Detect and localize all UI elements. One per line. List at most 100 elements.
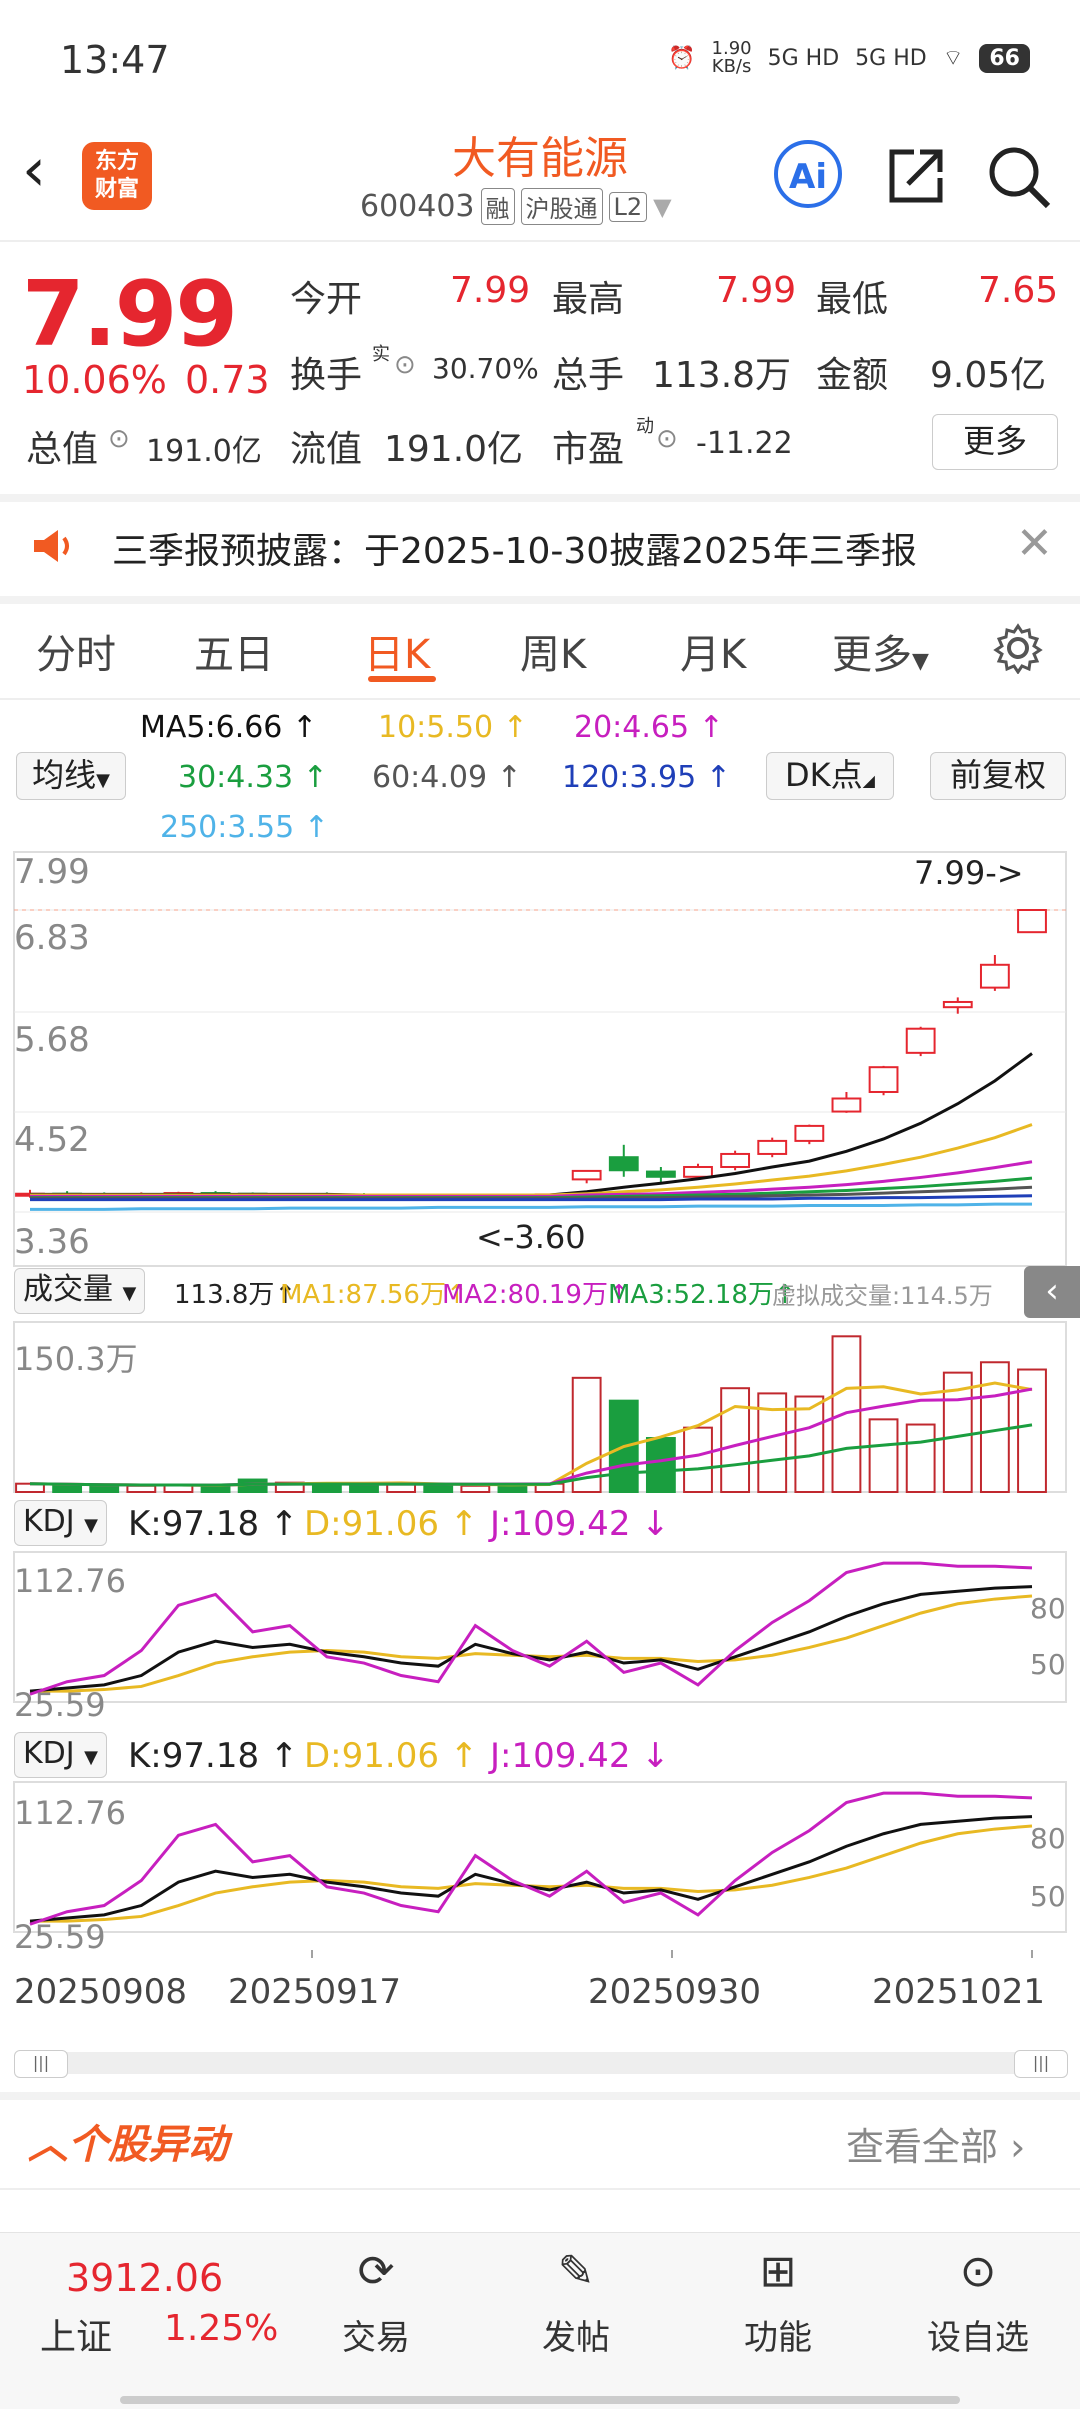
collapse-panel-button[interactable]: ‹ [1024, 1266, 1080, 1318]
volume-bar [126, 1484, 157, 1494]
ma250-legend: 250:3.55 ↑ [160, 810, 329, 845]
virtual-volume: 虚拟成交量:114.5万 [772, 1282, 993, 1310]
date-label: 20250908 [14, 1972, 188, 2012]
tabs-divider [0, 698, 1080, 700]
kline-chart[interactable] [0, 846, 1080, 2046]
amount-value: 9.05亿 [930, 355, 1047, 396]
gear-icon [993, 623, 1043, 675]
chevron-up-icon: ︿ [28, 2122, 68, 2168]
tab-weekly-k[interactable]: 周K [520, 622, 586, 680]
kdj-indicator-dropdown[interactable]: KDJ ▼ [14, 1732, 108, 1778]
low-value: 7.65 [978, 270, 1059, 311]
status-icons: ⏰ 1.90 KB/s 5G HD 5G HD ⌔ 66 [668, 40, 1030, 76]
info-icon[interactable]: ⊙ [108, 424, 130, 454]
kdj-k-value: K:97.18 ↑ [128, 1504, 299, 1544]
candle [720, 1152, 751, 1168]
candle [571, 1169, 602, 1181]
kdj-indicator-dropdown[interactable]: KDJ ▼ [14, 1500, 108, 1546]
ai-button[interactable]: Ai [774, 140, 842, 208]
turnover-label: 换手 [290, 355, 363, 396]
volume-ma3: MA3:52.18万↑ [608, 1280, 796, 1310]
total-mv-value: 191.0亿 [146, 434, 262, 469]
kdj-panel-frame [13, 1551, 1067, 1703]
header-divider [0, 240, 1080, 242]
volume-bar [645, 1437, 676, 1494]
open-label: 今开 [290, 279, 363, 320]
dk-point-button[interactable]: DK点◢ [766, 752, 894, 800]
stock-code-row[interactable]: 600403 融 沪股通 L2 ▼ [360, 188, 672, 225]
ma20-legend: 20:4.65 ↑ [574, 710, 724, 745]
nav-post[interactable]: ✎ 发帖 [506, 2240, 646, 2359]
section-divider [0, 596, 1080, 604]
grid-icon: ⊞ [759, 2246, 797, 2297]
high-label: 最高 [552, 279, 625, 320]
kdj-level-80: 80 [1030, 1592, 1066, 1625]
adjust-button[interactable]: 前复权 [930, 752, 1066, 800]
price-axis-label: 4.52 [14, 1120, 90, 1160]
date-label: 20250917 [228, 1972, 402, 2012]
scroll-handle-right[interactable]: ||| [1014, 2050, 1068, 2078]
settings-button[interactable] [992, 622, 1044, 678]
tab-more[interactable]: 更多▼ [832, 622, 929, 680]
ma10-legend: 10:5.50 ↑ [378, 710, 528, 745]
tab-monthly-k[interactable]: 月K [680, 622, 746, 680]
nav-trade[interactable]: ⟳ 交易 [306, 2240, 446, 2359]
volume-bar [460, 1484, 491, 1494]
volume-ma1: MA1:87.56万↑ [280, 1280, 468, 1310]
candle [1017, 909, 1047, 934]
tab-intraday[interactable]: 分时 [36, 622, 116, 680]
tab-daily-k[interactable]: 日K [364, 622, 430, 680]
nav-functions[interactable]: ⊞ 功能 [708, 2240, 848, 2359]
index-change[interactable]: 1.25% [164, 2308, 278, 2349]
price-axis-label: 7.99 [14, 852, 90, 892]
index-value[interactable]: 3912.06 [66, 2256, 223, 2300]
ma-line [30, 1160, 1033, 1198]
info-icon[interactable]: ⊙ [656, 424, 678, 454]
turnover-value: 30.70% [432, 352, 539, 385]
status-time: 13:47 [60, 38, 170, 82]
pe-label: 市盈 [552, 429, 625, 470]
home-indicator [120, 2396, 960, 2404]
close-icon[interactable]: ✕ [1016, 518, 1053, 569]
info-icon[interactable]: ⊙ [394, 350, 416, 380]
index-name[interactable]: 上证 [40, 2308, 112, 2360]
total-mv-label: 总值 [26, 429, 99, 470]
volume-bar [868, 1418, 899, 1494]
price-axis-label: 6.83 [14, 918, 90, 958]
volume-layer [15, 1335, 1047, 1494]
share-icon [889, 149, 943, 203]
tag-margin: 融 [480, 188, 515, 225]
share-button[interactable] [884, 144, 948, 208]
candle [831, 1097, 862, 1113]
ma-dropdown[interactable]: 均线▼ [16, 752, 126, 800]
tab-five-day[interactable]: 五日 [194, 622, 274, 680]
volume-bar [794, 1395, 825, 1494]
view-all-link[interactable]: 查看全部 › [846, 2116, 1025, 2171]
price-axis-label: 5.68 [14, 1020, 90, 1060]
float-mv-label: 流值 [290, 429, 363, 470]
candle [683, 1165, 713, 1178]
volume-axis-top: 150.3万 [14, 1340, 138, 1378]
kdj-d-value: D:91.06 ↑ [304, 1736, 479, 1776]
scroll-handle-left[interactable]: ||| [14, 2050, 68, 2078]
low-label: 最低 [816, 279, 889, 320]
alarm-icon: ⏰ [668, 45, 696, 71]
chevron-right-icon: › [1010, 2125, 1026, 2169]
chart-scrollbar[interactable] [14, 2052, 1066, 2074]
pe-value: -11.22 [696, 426, 793, 461]
edit-icon: ✎ [557, 2246, 595, 2297]
search-button[interactable] [986, 144, 1052, 210]
kdj-axis-top: 112.76 [14, 1794, 126, 1832]
more-quote-button[interactable]: 更多 [932, 414, 1058, 470]
notice-text[interactable]: 三季报预披露：于2025-10-30披露2025年三季报 [112, 522, 917, 574]
volume-bar [720, 1387, 751, 1493]
ma-line [30, 1202, 1032, 1211]
kdj-layer [29, 1561, 1033, 1696]
kdj-panel-frame [13, 1781, 1067, 1933]
more-dots-icon: ⊙ [959, 2246, 997, 2297]
price-layer [15, 909, 1047, 1199]
volume-indicator-dropdown[interactable]: 成交量 ▼ [14, 1268, 146, 1314]
candle [942, 1000, 973, 1009]
kdj-level-80: 80 [1030, 1822, 1066, 1855]
nav-add-watchlist[interactable]: ⊙ 设自选 [908, 2240, 1048, 2359]
